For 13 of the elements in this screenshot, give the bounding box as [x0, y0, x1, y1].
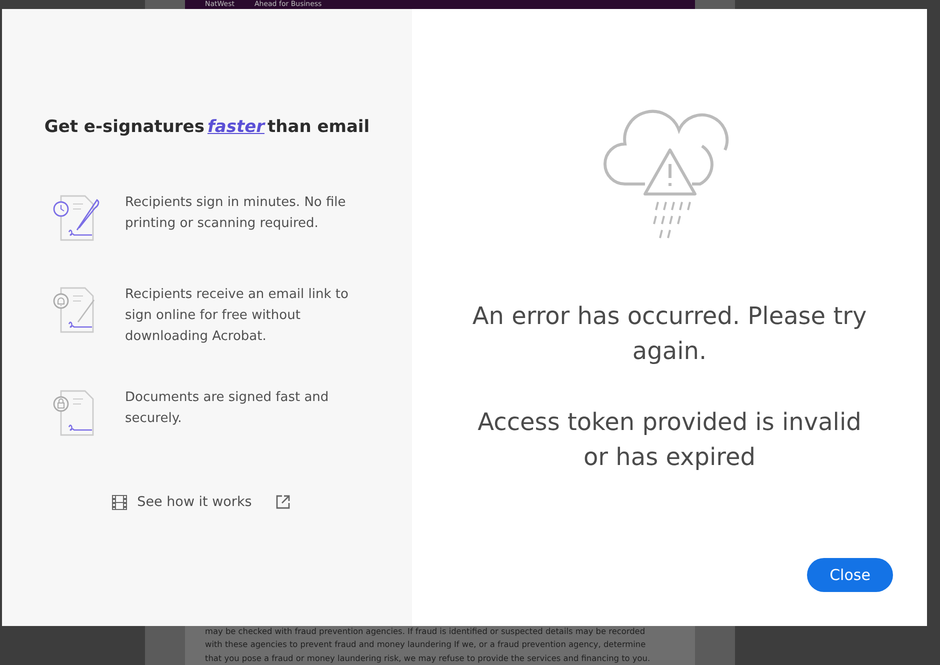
document-text-line: with these agencies to prevent fraud and money laundering If we, or a fraud prevention agency, determine: [205, 638, 647, 651]
see-how-it-works-link[interactable]: See how it works: [112, 494, 290, 510]
promo-heading: Get e-signatures faster than email: [44, 117, 370, 137]
external-link-icon: [276, 495, 290, 509]
error-message: An error has occurred. Please try again.: [471, 301, 868, 367]
feature-text: Recipients receive an email link to sign online for free without downloading Acrobat.: [125, 286, 350, 346]
film-icon: [112, 494, 128, 510]
document-text-line: may be checked with fraud prevention agencies. If fraud is identified or suspected details may be recorded: [205, 624, 646, 638]
close-button[interactable]: Close: [807, 558, 893, 592]
document-text-line: that you pose a fraud or money laundering risk, we may refuse to provide the services and financing to you.: [205, 652, 652, 665]
feature-text: Recipients sign in minutes. No file printing or scanning required.: [125, 194, 347, 233]
feature-text: Documents are signed fast and securely.: [125, 389, 330, 428]
error-detail: Access token provided is invalid or has expired: [476, 407, 862, 473]
